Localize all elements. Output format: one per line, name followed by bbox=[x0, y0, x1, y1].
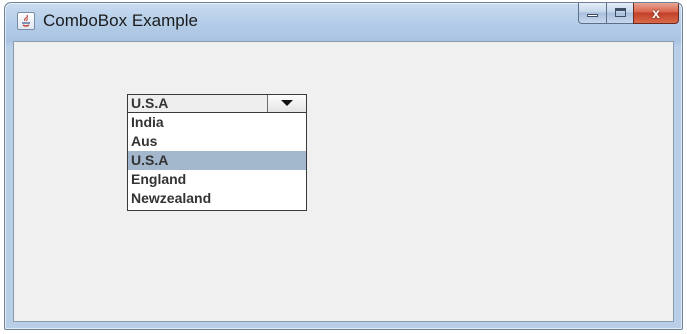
maximize-icon bbox=[615, 8, 626, 17]
combobox-selected-value: U.S.A bbox=[131, 95, 169, 111]
chevron-down-icon bbox=[281, 100, 293, 106]
close-icon: x bbox=[652, 5, 660, 21]
dropdown-option-england[interactable]: England bbox=[128, 170, 306, 189]
java-app-icon[interactable] bbox=[17, 12, 35, 30]
combobox-arrow-button[interactable] bbox=[267, 95, 306, 112]
maximize-button[interactable] bbox=[606, 3, 633, 24]
title-bar[interactable]: ComboBox Example x bbox=[5, 3, 682, 41]
country-combobox[interactable]: U.S.A bbox=[127, 94, 307, 113]
dropdown-option-india[interactable]: India bbox=[128, 113, 306, 132]
content-panel: U.S.A India Aus U.S.A England Newzealand bbox=[13, 41, 674, 322]
window-title: ComboBox Example bbox=[43, 11, 198, 30]
caption-buttons: x bbox=[578, 3, 679, 24]
app-window: ComboBox Example x U.S.A India Aus U.S.A… bbox=[4, 2, 683, 330]
dropdown-option-aus[interactable]: Aus bbox=[128, 132, 306, 151]
minimize-icon bbox=[587, 14, 598, 17]
dropdown-option-usa[interactable]: U.S.A bbox=[128, 151, 306, 170]
dropdown-option-newzealand[interactable]: Newzealand bbox=[128, 189, 306, 208]
minimize-button[interactable] bbox=[578, 3, 606, 24]
close-button[interactable]: x bbox=[633, 3, 679, 24]
combobox-dropdown-list: India Aus U.S.A England Newzealand bbox=[127, 113, 307, 211]
